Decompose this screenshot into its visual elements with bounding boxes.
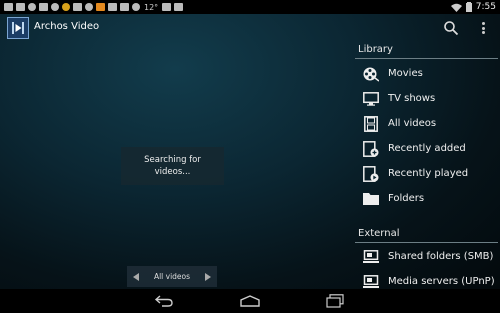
lock-icon [96,3,105,11]
temperature-text: 12° [144,2,159,12]
notification-icon [4,3,13,11]
mail-icon [39,3,48,11]
network-share-icon [363,249,379,265]
battery-icon [465,2,472,12]
media-server-icon [363,274,379,290]
drawer-item-tv-shows[interactable]: TV shows [355,86,500,111]
drawer-item-label: Media servers (UPnP) [388,276,495,287]
drawer-item-recently-added[interactable]: Recently added [355,136,500,161]
image-icon [120,3,129,11]
folder-icon [363,191,379,207]
checkbox-icon [174,3,184,11]
drawer-item-label: All videos [388,118,437,129]
home-icon[interactable] [239,293,261,309]
navigation-drawer: Library Movies TV shows All videos Recen… [355,44,500,289]
drawer-item-label: Recently added [388,143,466,154]
pager-label: All videos [153,272,191,281]
app-logo-icon[interactable] [7,17,29,39]
drawer-item-movies[interactable]: Movies [355,61,500,86]
search-icon[interactable] [443,20,459,36]
library-header: Library [358,44,393,55]
mail-icon [108,3,117,11]
film-strip-icon [363,115,379,132]
system-nav-bar [0,289,500,313]
system-icons: 7:55 [450,0,496,14]
tv-icon [363,91,379,107]
drawer-item-label: Folders [388,193,425,204]
previous-arrow-icon[interactable] [133,272,139,281]
play-logo-icon [12,22,24,34]
sd-card-icon [16,3,25,11]
next-arrow-icon[interactable] [204,272,211,281]
mail-icon [73,3,82,11]
drawer-item-recently-played[interactable]: Recently played [355,161,500,186]
gold-icon [62,3,70,11]
drawer-item-all-videos[interactable]: All videos [355,111,500,136]
app-content: Archos Video Searching for videos... All… [0,14,500,289]
category-pager: All videos [127,266,217,287]
overflow-menu-icon[interactable] [478,20,488,36]
status-bar: 12° 7:55 [0,0,500,14]
recents-icon[interactable] [324,293,346,309]
action-bar: Archos Video [0,14,500,42]
back-icon[interactable] [153,293,175,309]
drawer-item-label: Shared folders (SMB) [388,251,494,262]
drawer-item-label: TV shows [388,93,436,104]
external-divider [355,242,498,243]
drawer-item-label: Recently played [388,168,469,179]
temperature-icon [132,3,140,11]
drawer-item-folders[interactable]: Folders [355,186,500,211]
clock: 7:55 [475,2,496,12]
app-title: Archos Video [34,21,100,32]
film-add-icon [363,140,379,157]
film-play-icon [363,165,379,182]
film-reel-icon [363,66,379,82]
notification-icons: 12° [0,2,184,12]
drawer-item-label: Movies [388,68,423,79]
searching-text: Searching for videos... [144,155,201,177]
library-divider [355,58,498,59]
bug-icon [85,3,93,11]
checkbox-icon [162,3,172,11]
searching-overlay: Searching for videos... [121,147,224,185]
chat-icon [51,3,59,11]
drawer-item-smb[interactable]: Shared folders (SMB) [355,244,500,269]
external-header: External [358,228,400,239]
wifi-icon [450,3,462,12]
cloud-icon [28,3,36,11]
